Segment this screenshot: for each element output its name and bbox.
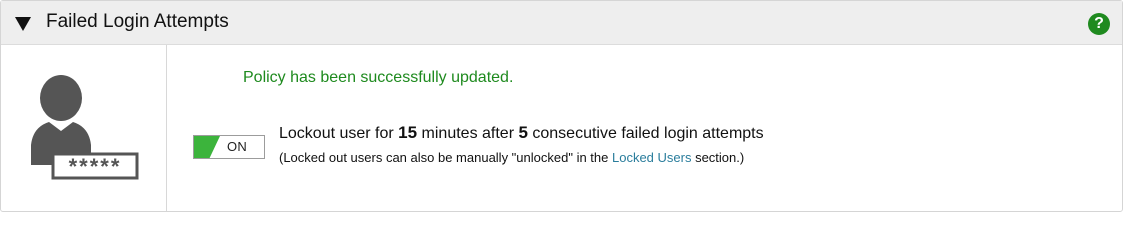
help-icon[interactable]: ? [1088,13,1110,35]
toggle-knob [194,136,220,158]
lockout-toggle[interactable]: ON [193,135,265,159]
setting-suffix: consecutive failed login attempts [527,125,764,142]
setting-middle: minutes after [417,125,519,142]
lockout-minutes-value: 15 [398,123,418,142]
lockout-setting-text: Lockout user for 15 minutes after 5 cons… [279,123,764,143]
icon-column: ***** [1,45,167,211]
note-prefix: (Locked out users can also be manually "… [279,150,612,165]
lockout-note: (Locked out users can also be manually "… [279,150,744,165]
success-message: Policy has been successfully updated. [243,69,514,86]
toggle-label: ON [227,139,248,154]
locked-users-link[interactable]: Locked Users [612,150,691,165]
user-password-icon: ***** [31,75,139,180]
note-suffix: section.) [691,150,745,165]
triangle-down-icon[interactable] [15,17,31,31]
setting-prefix: Lockout user for [279,125,399,142]
policy-content: Policy has been successfully updated. ON… [168,45,1118,211]
attempts-value: 5 [518,123,528,142]
password-mask: ***** [69,154,122,179]
panel-title: Failed Login Attempts [46,11,229,32]
panel-header[interactable]: Failed Login Attempts ? [1,1,1122,45]
failed-login-attempts-panel: Failed Login Attempts ? ***** Policy has… [0,0,1123,212]
